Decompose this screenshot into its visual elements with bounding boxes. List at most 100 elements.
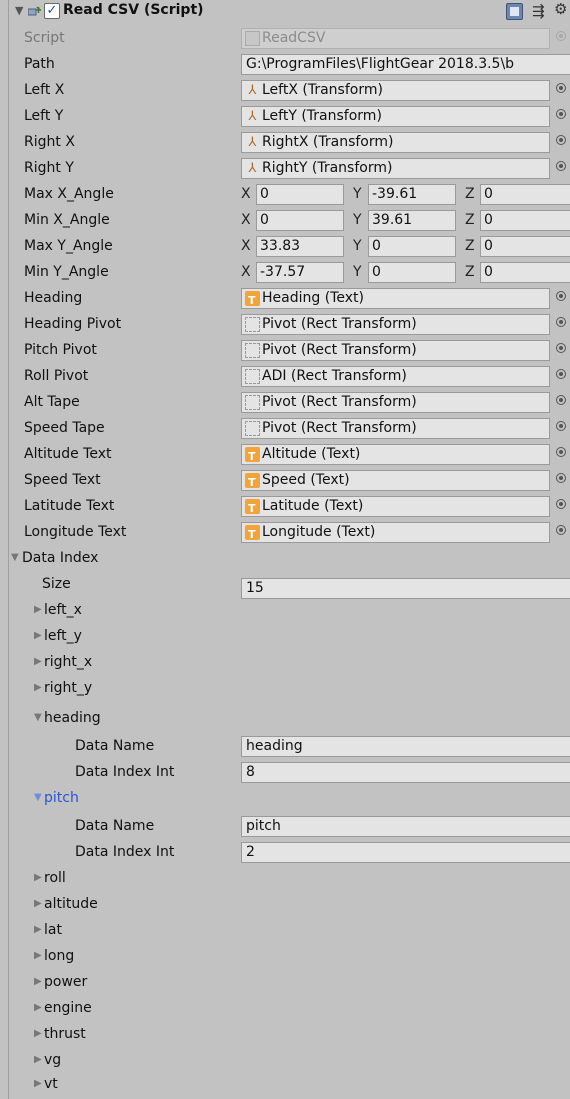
longitude-text-object-field[interactable]: Longitude (Text) — [241, 522, 550, 543]
roll-pivot-object-field[interactable]: ADI (Rect Transform) — [241, 366, 550, 387]
x-input[interactable]: 33.83 — [256, 236, 344, 257]
object-picker-icon[interactable] — [556, 317, 566, 327]
foldout-closed-icon[interactable]: ▶ — [34, 682, 42, 693]
object-picker-icon[interactable] — [556, 499, 566, 509]
z-label: Z — [465, 264, 475, 280]
component-enabled-checkbox[interactable]: ✓ — [44, 3, 60, 19]
element-label: vt — [44, 1076, 58, 1092]
element-label: left_x — [44, 602, 82, 618]
pitch-pivot-object-field[interactable]: Pivot (Rect Transform) — [241, 340, 550, 361]
foldout-open-icon[interactable]: ▼ — [34, 792, 42, 803]
array-element[interactable]: ▶ power — [9, 970, 570, 996]
left-x-object-field[interactable]: ⅄ LeftX (Transform) — [241, 80, 550, 101]
array-element[interactable]: ▶ left_y — [9, 624, 570, 650]
object-picker-icon[interactable] — [556, 291, 566, 301]
array-element-selected[interactable]: ▼ pitch — [9, 786, 570, 812]
object-picker-icon[interactable] — [556, 83, 566, 93]
z-input[interactable]: 0 — [480, 210, 570, 231]
field-label: Min Y_Angle — [24, 264, 109, 280]
foldout-open-icon[interactable]: ▼ — [15, 4, 23, 17]
size-label: Size — [42, 576, 71, 592]
speed-tape-object-field[interactable]: Pivot (Rect Transform) — [241, 418, 550, 439]
transform-icon: ⅄ — [248, 135, 257, 150]
alt-tape-object-field[interactable]: Pivot (Rect Transform) — [241, 392, 550, 413]
x-input[interactable]: 0 — [256, 210, 344, 231]
text-component-icon — [245, 447, 260, 464]
field-value: Latitude (Text) — [262, 498, 364, 514]
x-input[interactable]: 0 — [256, 184, 344, 205]
object-picker-icon[interactable] — [556, 525, 566, 535]
foldout-closed-icon[interactable]: ▶ — [34, 976, 42, 987]
data-index-int-input[interactable]: 8 — [241, 762, 570, 783]
gear-icon[interactable]: ⚙ — [554, 0, 567, 18]
left-y-object-field[interactable]: ⅄ LeftY (Transform) — [241, 106, 550, 127]
data-index-int-input[interactable]: 2 — [241, 842, 570, 863]
element-label: engine — [44, 1000, 92, 1016]
foldout-closed-icon[interactable]: ▶ — [34, 1028, 42, 1039]
right-x-object-field[interactable]: ⅄ RightX (Transform) — [241, 132, 550, 153]
array-element[interactable]: ▶ engine — [9, 996, 570, 1022]
component-header[interactable]: ▼ ✓ Read CSV (Script) ⇶ ⚙ — [9, 0, 570, 26]
data-name-input[interactable]: pitch — [241, 816, 570, 837]
object-picker-icon[interactable] — [556, 395, 566, 405]
array-element[interactable]: ▼ heading — [9, 706, 570, 732]
foldout-closed-icon[interactable]: ▶ — [34, 924, 42, 935]
size-input[interactable]: 15 — [241, 578, 570, 599]
object-picker-icon[interactable] — [556, 473, 566, 483]
array-element[interactable]: ▶ roll — [9, 866, 570, 892]
field-label: Altitude Text — [24, 446, 112, 462]
inspector-panel: ▼ ✓ Read CSV (Script) ⇶ ⚙ Script ReadCSV… — [8, 0, 570, 1099]
rect-transform-icon — [245, 343, 260, 358]
x-input[interactable]: -37.57 — [256, 262, 344, 283]
right-y-object-field[interactable]: ⅄ RightY (Transform) — [241, 158, 550, 179]
foldout-open-icon[interactable]: ▼ — [11, 552, 19, 563]
object-picker-icon[interactable] — [556, 343, 566, 353]
foldout-closed-icon[interactable]: ▶ — [34, 950, 42, 961]
array-element[interactable]: ▶ left_x — [9, 598, 570, 624]
foldout-closed-icon[interactable]: ▶ — [34, 1054, 42, 1065]
z-input[interactable]: 0 — [480, 184, 570, 205]
y-input[interactable]: 0 — [368, 262, 456, 283]
foldout-closed-icon[interactable]: ▶ — [34, 1002, 42, 1013]
foldout-closed-icon[interactable]: ▶ — [34, 898, 42, 909]
object-picker-icon[interactable] — [556, 421, 566, 431]
foldout-closed-icon[interactable]: ▶ — [34, 1078, 42, 1089]
latitude-text-object-field[interactable]: Latitude (Text) — [241, 496, 550, 517]
array-element[interactable]: ▶ right_x — [9, 650, 570, 676]
heading-object-field[interactable]: Heading (Text) — [241, 288, 550, 309]
foldout-closed-icon[interactable]: ▶ — [34, 656, 42, 667]
speed-text-object-field[interactable]: Speed (Text) — [241, 470, 550, 491]
foldout-open-icon[interactable]: ▼ — [34, 712, 42, 723]
array-element[interactable]: ▶ thrust — [9, 1022, 570, 1048]
z-input[interactable]: 0 — [480, 236, 570, 257]
data-index-foldout[interactable]: ▼ Data Index — [9, 546, 570, 572]
heading-pivot-object-field[interactable]: Pivot (Rect Transform) — [241, 314, 550, 335]
y-input[interactable]: 0 — [368, 236, 456, 257]
altitude-text-object-field[interactable]: Altitude (Text) — [241, 444, 550, 465]
path-input[interactable]: G:\ProgramFiles\FlightGear 2018.3.5\b — [241, 54, 570, 75]
object-picker-icon[interactable] — [556, 161, 566, 171]
data-name-input[interactable]: heading — [241, 736, 570, 757]
field-label: Pitch Pivot — [24, 342, 97, 358]
array-element[interactable]: ▶ right_y — [9, 676, 570, 702]
y-input[interactable]: 39.61 — [368, 210, 456, 231]
array-element[interactable]: ▶ long — [9, 944, 570, 970]
foldout-closed-icon[interactable]: ▶ — [34, 630, 42, 641]
foldout-closed-icon[interactable]: ▶ — [34, 604, 42, 615]
array-element[interactable]: ▶ altitude — [9, 892, 570, 918]
object-picker-icon[interactable] — [556, 447, 566, 457]
foldout-closed-icon[interactable]: ▶ — [34, 872, 42, 883]
field-value: Pivot (Rect Transform) — [262, 342, 417, 358]
array-element[interactable]: ▶ vg — [9, 1048, 570, 1074]
array-element[interactable]: ▶ vt — [9, 1072, 570, 1098]
object-picker-icon[interactable] — [556, 135, 566, 145]
object-picker-icon[interactable] — [556, 109, 566, 119]
layout-icon[interactable]: ⇶ — [532, 2, 545, 20]
object-picker-icon[interactable] — [556, 369, 566, 379]
script-component-icon — [28, 6, 41, 16]
rect-transform-icon — [245, 369, 260, 384]
z-input[interactable]: 0 — [480, 262, 570, 283]
array-element[interactable]: ▶ lat — [9, 918, 570, 944]
y-input[interactable]: -39.61 — [368, 184, 456, 205]
help-book-icon[interactable] — [506, 3, 523, 20]
